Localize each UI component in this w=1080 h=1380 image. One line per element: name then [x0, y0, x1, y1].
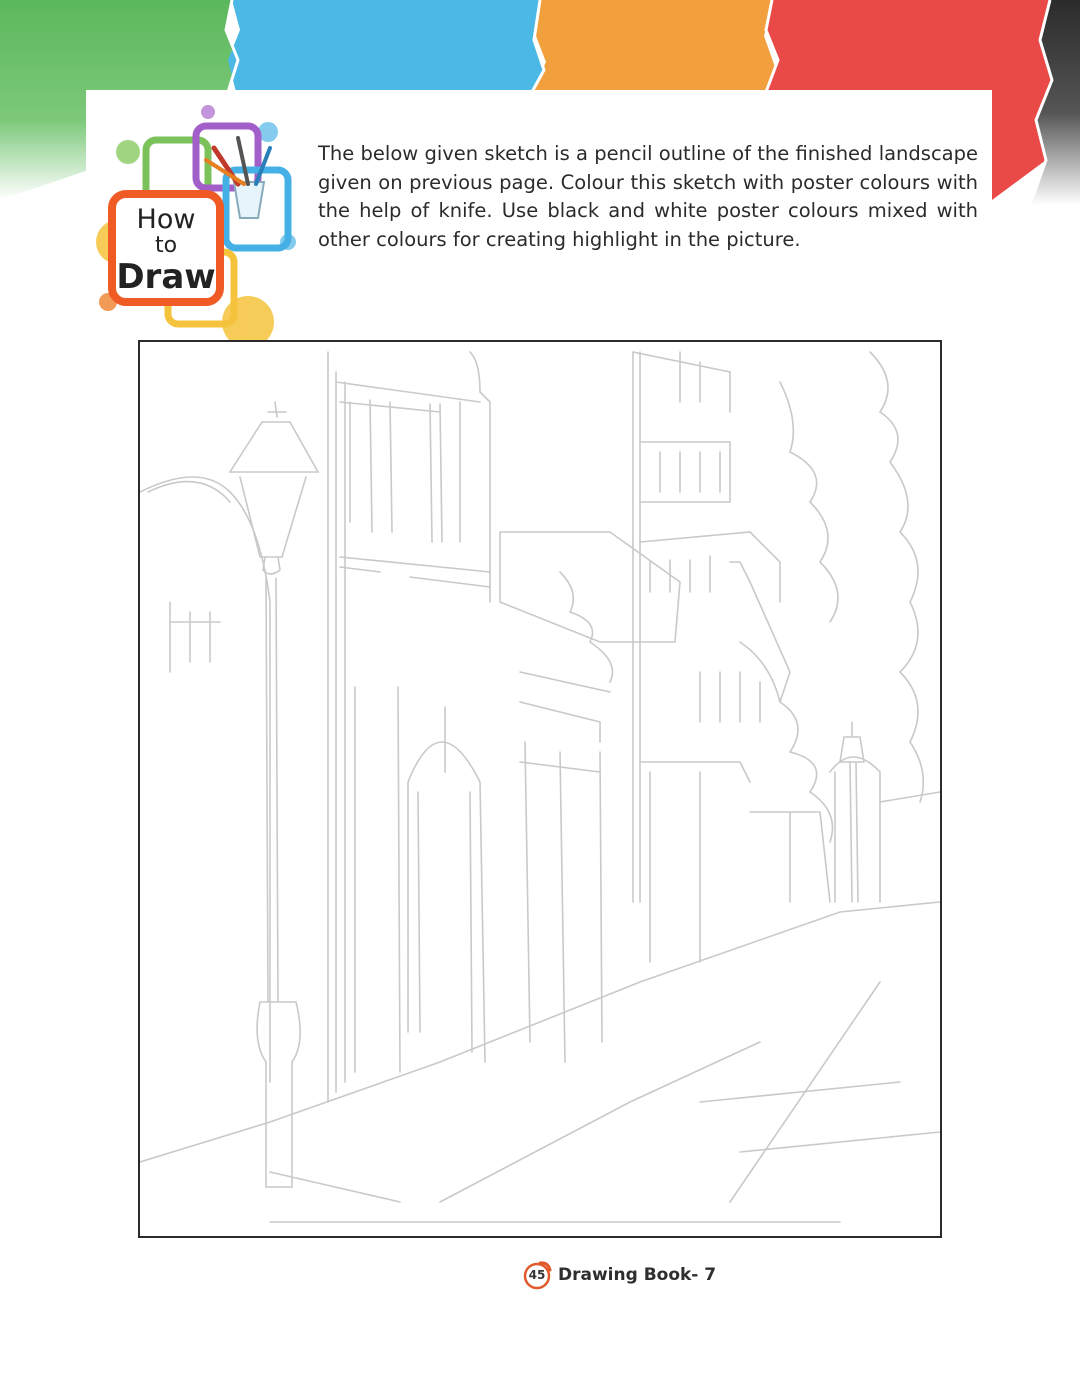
logo-how: How	[137, 204, 196, 235]
page-footer: 45 Drawing Book- 7	[522, 1258, 716, 1292]
instruction-text: The below given sketch is a pencil outli…	[318, 142, 978, 251]
book-title: Drawing Book- 7	[558, 1265, 717, 1285]
sketch-frame	[138, 340, 942, 1238]
street-sketch	[140, 351, 940, 1223]
page-number: 45	[528, 1268, 546, 1282]
page-badge: 45	[522, 1260, 552, 1290]
orange-paper	[532, 0, 776, 92]
blue-paper	[228, 0, 544, 92]
logo-draw: Draw	[116, 257, 215, 297]
logo-to: to	[155, 233, 177, 258]
how-to-draw-logo: How to Draw	[96, 105, 296, 348]
